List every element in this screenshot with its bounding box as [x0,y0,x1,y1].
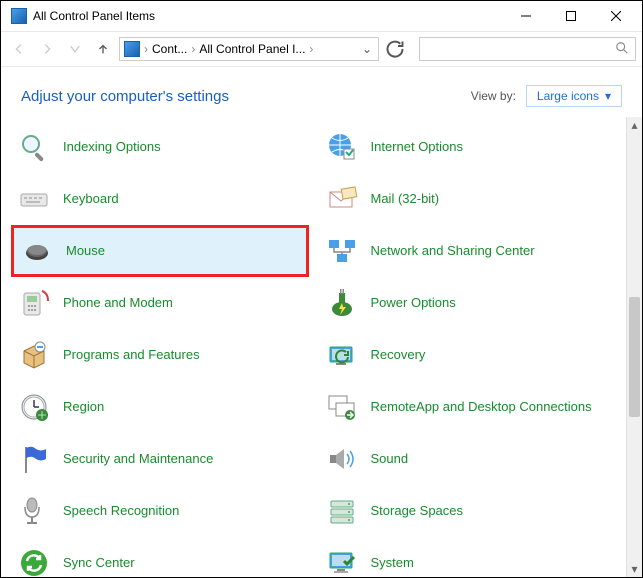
item-label: Network and Sharing Center [371,243,535,259]
recent-dropdown[interactable] [63,37,87,61]
item-system[interactable]: System [319,537,617,577]
item-label: Indexing Options [63,139,161,155]
back-button[interactable] [7,37,31,61]
item-network-sharing[interactable]: Network and Sharing Center [319,225,617,277]
refresh-button[interactable] [383,37,407,61]
view-by: View by: Large icons ▾ [471,85,622,107]
item-speech-recognition[interactable]: Speech Recognition [11,485,309,537]
address-icon [124,41,140,57]
item-label: RemoteApp and Desktop Connections [371,399,592,415]
item-label: Sound [371,451,409,467]
item-recovery[interactable]: Recovery [319,329,617,381]
view-by-select[interactable]: Large icons ▾ [526,85,622,107]
mouse-icon [20,234,54,268]
network-icon [325,234,359,268]
scroll-area: Indexing Options Internet Options Keyboa… [1,117,642,577]
address-dropdown[interactable]: ⌄ [360,42,374,56]
window-title: All Control Panel Items [33,9,503,23]
item-label: Power Options [371,295,456,311]
magnifier-icon [17,130,51,164]
window-controls [503,1,638,31]
item-phone-modem[interactable]: Phone and Modem [11,277,309,329]
chevron-right-icon: › [144,42,148,56]
item-label: Storage Spaces [371,503,464,519]
scroll-up-button[interactable]: ▴ [627,117,642,133]
control-panel-icon [11,8,27,24]
phone-icon [17,286,51,320]
toolbar: › Cont... › All Control Panel I... › ⌄ [1,31,642,67]
item-programs-features[interactable]: Programs and Features [11,329,309,381]
flag-icon [17,442,51,476]
item-indexing-options[interactable]: Indexing Options [11,121,309,173]
item-storage-spaces[interactable]: Storage Spaces [319,485,617,537]
item-label: Security and Maintenance [63,451,213,467]
recovery-icon [325,338,359,372]
search-input[interactable] [419,37,636,61]
item-label: System [371,555,414,571]
chevron-right-icon: › [309,42,313,56]
view-by-label: View by: [471,89,516,103]
keyboard-icon [17,182,51,216]
item-label: Keyboard [63,191,119,207]
globe-icon [325,130,359,164]
minimize-button[interactable] [503,1,548,31]
item-label: Sync Center [63,555,135,571]
system-icon [325,546,359,577]
maximize-button[interactable] [548,1,593,31]
item-power-options[interactable]: Power Options [319,277,617,329]
breadcrumb-1[interactable]: Cont... [152,42,187,56]
address-bar[interactable]: › Cont... › All Control Panel I... › ⌄ [119,37,379,61]
item-keyboard[interactable]: Keyboard [11,173,309,225]
chevron-right-icon: › [191,42,195,56]
item-label: Speech Recognition [63,503,179,519]
item-internet-options[interactable]: Internet Options [319,121,617,173]
item-label: Region [63,399,104,415]
search-icon [615,41,629,58]
mail-icon [325,182,359,216]
scroll-down-button[interactable]: ▾ [627,561,642,577]
power-icon [325,286,359,320]
item-label: Programs and Features [63,347,200,363]
clock-icon [17,390,51,424]
scroll-thumb[interactable] [629,297,640,417]
page-title: Adjust your computer's settings [21,88,229,105]
item-label: Phone and Modem [63,295,173,311]
up-button[interactable] [91,37,115,61]
remote-icon [325,390,359,424]
microphone-icon [17,494,51,528]
item-label: Mail (32-bit) [371,191,440,207]
item-region[interactable]: Region [11,381,309,433]
item-sync-center[interactable]: Sync Center [11,537,309,577]
control-panel-window: All Control Panel Items › Cont... › All … [0,0,643,578]
chevron-down-icon: ▾ [605,89,611,103]
forward-button[interactable] [35,37,59,61]
item-mouse[interactable]: Mouse [11,225,309,277]
items-grid: Indexing Options Internet Options Keyboa… [1,117,626,577]
content-header: Adjust your computer's settings View by:… [1,67,642,117]
breadcrumb-2[interactable]: All Control Panel I... [199,42,305,56]
speaker-icon [325,442,359,476]
item-label: Internet Options [371,139,464,155]
item-label: Mouse [66,243,105,259]
item-security-maintenance[interactable]: Security and Maintenance [11,433,309,485]
item-label: Recovery [371,347,426,363]
item-sound[interactable]: Sound [319,433,617,485]
drives-icon [325,494,359,528]
vertical-scrollbar[interactable]: ▴ ▾ [626,117,642,577]
close-button[interactable] [593,1,638,31]
view-by-value: Large icons [537,89,599,103]
box-icon [17,338,51,372]
sync-icon [17,546,51,577]
item-remoteapp[interactable]: RemoteApp and Desktop Connections [319,381,617,433]
item-mail[interactable]: Mail (32-bit) [319,173,617,225]
titlebar: All Control Panel Items [1,1,642,31]
